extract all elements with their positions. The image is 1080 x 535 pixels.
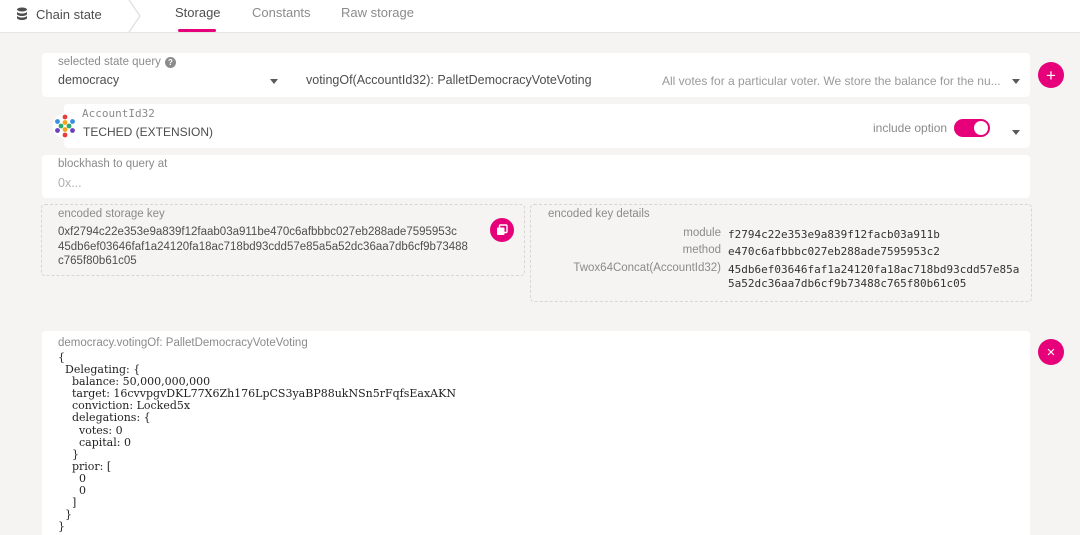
account-card: AccountId32 TECHED (EXTENSION) include o… <box>64 104 1030 148</box>
query-result-card: democracy.votingOf: PalletDemocracyVoteV… <box>42 331 1030 535</box>
active-tab-indicator <box>178 29 216 32</box>
add-query-button[interactable]: + <box>1038 62 1064 88</box>
account-value: TECHED (EXTENSION) <box>83 125 214 139</box>
copy-button[interactable] <box>490 218 514 242</box>
blockhash-input[interactable]: 0x... <box>58 176 82 190</box>
chain-state-menu[interactable]: Chain state <box>16 0 102 28</box>
encoded-storage-key-value: 0xf2794c22e353e9a839f12faab03a911be470c6… <box>58 226 468 267</box>
encoded-storage-key-label: encoded storage key <box>58 208 165 220</box>
tab-storage[interactable]: Storage <box>175 5 221 20</box>
chevron-down-icon <box>1012 79 1020 84</box>
breadcrumb-separator <box>128 0 141 32</box>
encoded-key-details-label: encoded key details <box>548 208 650 220</box>
state-query-card: selected state query ? democracy votingO… <box>42 53 1030 97</box>
method-key-value: e470c6afbbbc027eb288ade7595953c2 <box>728 245 940 258</box>
method-description: All votes for a particular voter. We sto… <box>662 74 1001 88</box>
tab-raw-storage[interactable]: Raw storage <box>341 5 414 20</box>
database-icon <box>17 7 27 20</box>
method-value: votingOf(AccountId32): PalletDemocracyVo… <box>306 73 592 87</box>
hasher-key-label: Twox64Concat(AccountId32) <box>573 262 721 274</box>
hasher-key-value-line1: 45db6ef03646faf1a24120fa18ac718bd93cdd57… <box>728 263 1020 276</box>
copy-icon <box>497 224 508 235</box>
chevron-down-icon[interactable] <box>1012 130 1020 135</box>
query-result-title: democracy.votingOf: PalletDemocracyVoteV… <box>58 337 308 349</box>
brand-label: Chain state <box>36 6 102 22</box>
encoded-key-details-panel: encoded key details module f2794c22e353e… <box>530 204 1032 302</box>
module-key-value: f2794c22e353e9a839f12facb03a911b <box>728 228 940 241</box>
module-value: democracy <box>58 73 120 87</box>
include-option-toggle[interactable] <box>954 119 990 137</box>
account-select[interactable]: TECHED (EXTENSION) <box>64 104 854 148</box>
remove-result-button[interactable]: × <box>1038 339 1064 365</box>
module-key-label: module <box>683 227 721 239</box>
include-option-label: include option <box>873 121 948 135</box>
account-identicon <box>52 113 78 139</box>
module-select[interactable]: democracy <box>42 53 290 97</box>
chevron-down-icon <box>270 79 278 84</box>
blockhash-card: blockhash to query at 0x... <box>42 155 1030 198</box>
close-icon: × <box>1046 343 1056 361</box>
encoded-storage-key-panel: encoded storage key 0xf2794c22e353e9a839… <box>41 204 525 276</box>
query-result-output: { Delegating: { balance: 50,000,000,000 … <box>58 351 456 534</box>
method-select[interactable]: votingOf(AccountId32): PalletDemocracyVo… <box>294 53 1026 97</box>
plus-icon: + <box>1046 65 1056 85</box>
tab-constants[interactable]: Constants <box>252 5 311 20</box>
blockhash-label: blockhash to query at <box>58 158 168 170</box>
method-key-label: method <box>682 244 721 256</box>
top-navigation: Chain state Storage Constants Raw storag… <box>0 0 1080 33</box>
hasher-key-value-line2: 5a52dc36aa7db6cf9b73488c765f80b61c05 <box>728 277 967 290</box>
